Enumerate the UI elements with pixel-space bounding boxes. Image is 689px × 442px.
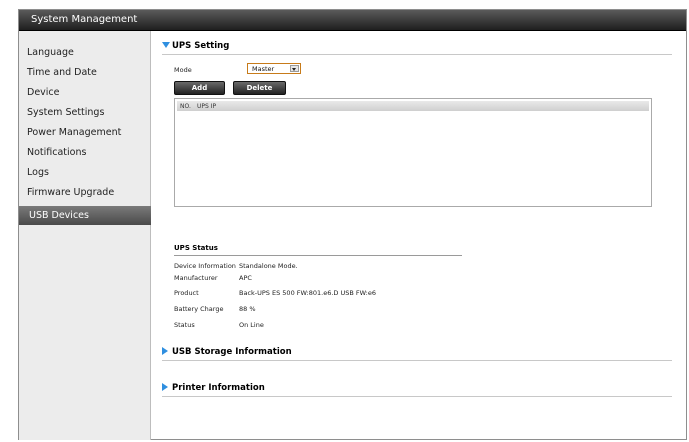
- collapsed-triangle-icon: [162, 347, 168, 355]
- product-value: Back-UPS ES 500 FW:801.e6.D USB FW:e6: [239, 289, 377, 297]
- ups-setting-header[interactable]: UPS Setting: [162, 41, 672, 55]
- battery-charge-label: Battery Charge: [174, 305, 224, 313]
- column-header-no[interactable]: NO.: [180, 103, 191, 110]
- ups-status-header: UPS Status: [174, 244, 462, 256]
- table-header-row: NO. UPS IP: [177, 101, 649, 111]
- chevron-down-icon[interactable]: [290, 65, 299, 72]
- title-bar: System Management: [19, 10, 686, 31]
- system-management-window: System Management Language Time and Date…: [18, 9, 687, 440]
- column-header-ups-ip[interactable]: UPS IP: [197, 103, 216, 110]
- usb-storage-information-header[interactable]: USB Storage Information: [162, 347, 672, 361]
- delete-button[interactable]: Delete: [233, 81, 286, 95]
- sidebar-item-device[interactable]: Device: [27, 87, 60, 98]
- mode-select[interactable]: Master: [247, 63, 301, 74]
- usb-storage-information-title: USB Storage Information: [172, 347, 292, 357]
- sidebar-item-firmware-upgrade[interactable]: Firmware Upgrade: [27, 187, 114, 198]
- sidebar-item-usb-devices[interactable]: USB Devices: [19, 206, 151, 225]
- manufacturer-label: Manufacturer: [174, 274, 218, 282]
- device-information-label: Device Information: [174, 262, 236, 270]
- ups-status-title: UPS Status: [174, 244, 218, 252]
- printer-information-header[interactable]: Printer Information: [162, 383, 672, 397]
- sidebar-item-power-management[interactable]: Power Management: [27, 127, 121, 138]
- mode-label: Mode: [174, 66, 192, 74]
- status-value: On Line: [239, 321, 264, 329]
- sidebar-item-logs[interactable]: Logs: [27, 167, 49, 178]
- manufacturer-value: APC: [239, 274, 252, 282]
- product-label: Product: [174, 289, 199, 297]
- battery-charge-value: 88 %: [239, 305, 256, 313]
- sidebar-item-system-settings[interactable]: System Settings: [27, 107, 104, 118]
- collapsed-triangle-icon: [162, 383, 168, 391]
- status-label: Status: [174, 321, 195, 329]
- sidebar-item-notifications[interactable]: Notifications: [27, 147, 86, 158]
- mode-select-value: Master: [252, 65, 275, 73]
- sidebar: Language Time and Date Device System Set…: [19, 31, 151, 440]
- device-information-value: Standalone Mode.: [239, 262, 298, 270]
- main-content: UPS Setting Mode Master Add Delete NO. U…: [152, 31, 686, 440]
- ups-ip-table: NO. UPS IP: [174, 98, 652, 207]
- add-button[interactable]: Add: [174, 81, 225, 95]
- expanded-triangle-icon: [162, 42, 170, 48]
- window-title: System Management: [31, 14, 138, 25]
- sidebar-item-language[interactable]: Language: [27, 47, 74, 58]
- printer-information-title: Printer Information: [172, 383, 265, 393]
- ups-setting-title: UPS Setting: [172, 41, 230, 51]
- sidebar-item-time-and-date[interactable]: Time and Date: [27, 67, 97, 78]
